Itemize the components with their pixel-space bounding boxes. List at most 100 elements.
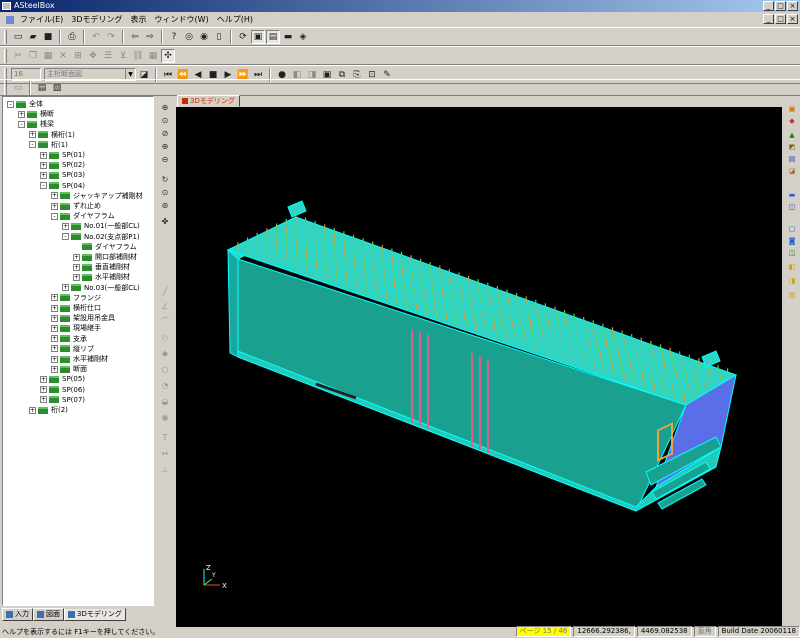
doc-close-button[interactable]: × [787, 14, 798, 24]
3d-viewport[interactable]: Z X Y [176, 107, 782, 627]
tree-item[interactable]: + 断面 [51, 364, 87, 374]
redo-icon[interactable]: ↷ [104, 30, 118, 44]
model-icon[interactable]: ◈ [296, 30, 310, 44]
expand-icon[interactable]: + [29, 131, 36, 139]
tool-window-icon[interactable]: ▬ [786, 190, 798, 200]
document-icon[interactable] [6, 16, 14, 24]
menu-3d-modeling[interactable]: 3Dモデリング [67, 13, 126, 27]
zoom-out-icon[interactable]: ⊖ [158, 154, 172, 166]
expand-icon[interactable]: + [51, 365, 58, 373]
menu-window[interactable]: ウィンドウ(W) [151, 13, 213, 27]
zoom-prev-icon[interactable]: ⊘ [158, 128, 172, 140]
orbit-icon[interactable]: ⊛ [158, 200, 172, 212]
tool-box-icon[interactable]: ◫ [786, 202, 798, 212]
tab-drawing[interactable]: 図面 [33, 608, 64, 621]
tab-3d-modeling[interactable]: 3Dモデリング [64, 608, 126, 621]
tool-green-icon[interactable]: ▲ [786, 130, 798, 140]
tree-item[interactable]: + No.01(一般部CL) [62, 221, 140, 231]
tree-item[interactable]: - 全体 [7, 99, 43, 109]
circle-tool-icon[interactable]: ○ [158, 364, 172, 376]
document-icon[interactable]: ▯ [212, 30, 226, 44]
toolbar-grip[interactable] [4, 80, 7, 95]
expand-icon[interactable]: + [51, 345, 58, 353]
expand-icon[interactable]: + [18, 110, 25, 118]
shape-tool-icon[interactable]: ◆ [158, 348, 172, 360]
tab-input[interactable]: 入力 [2, 608, 33, 621]
doc-restore-button[interactable]: □ [775, 14, 786, 24]
zoom-fit-icon[interactable]: ⊕ [158, 102, 172, 114]
expand-icon[interactable]: + [51, 324, 58, 332]
option-icon[interactable]: ▭ [11, 81, 25, 95]
tab-3d-view[interactable]: 3Dモデリング [177, 95, 240, 107]
tree-item[interactable]: + ずれ止め [51, 201, 101, 211]
print-icon[interactable]: ⎙ [65, 30, 79, 44]
menu-help[interactable]: ヘルプ(H) [213, 13, 257, 27]
select-tool-icon[interactable]: ✣ [161, 48, 175, 63]
toolbar-grip[interactable] [4, 48, 7, 63]
expand-icon[interactable]: + [62, 284, 69, 292]
save-icon[interactable]: ■ [41, 30, 55, 44]
cut-icon[interactable]: ✂ [11, 49, 25, 63]
tree-item[interactable]: + 横断 [18, 109, 54, 119]
refresh-icon[interactable]: ⟳ [236, 30, 250, 44]
insert-icon[interactable]: ⊞ [71, 49, 85, 63]
move-icon[interactable]: ✥ [86, 49, 100, 63]
tree-item[interactable]: + ジャッキアップ補剛材 [51, 191, 143, 201]
tree-item[interactable]: - SP(04) [40, 181, 85, 191]
filter-icon[interactable]: ⊻ [116, 49, 130, 63]
table-view-icon[interactable]: ▤ [266, 29, 280, 44]
tree-item[interactable]: ダイヤフラム [73, 242, 137, 252]
collapse-icon[interactable]: - [29, 141, 36, 149]
text-tool-icon[interactable]: T [158, 432, 172, 444]
undo-icon[interactable]: ↶ [89, 30, 103, 44]
expand-icon[interactable]: + [51, 304, 58, 312]
expand-icon[interactable]: + [62, 222, 69, 230]
measure-tool-icon[interactable]: ⊥ [158, 464, 172, 476]
collapse-icon[interactable]: - [7, 100, 14, 108]
tool-view-a-icon[interactable]: ▢ [786, 224, 798, 234]
tree-item[interactable]: + 現場継手 [51, 323, 101, 333]
close-button[interactable]: × [787, 1, 798, 11]
maximize-button[interactable]: □ [775, 1, 786, 11]
properties-icon[interactable]: ☰ [101, 49, 115, 63]
tool-layer-icon[interactable]: ◪ [786, 166, 798, 176]
panel-view-icon[interactable]: ▣ [251, 29, 265, 44]
tool-blue-icon[interactable]: ▤ [786, 154, 798, 164]
tree-item[interactable]: + 架設用吊金具 [51, 313, 115, 323]
tree-item[interactable]: + SP(06) [40, 385, 85, 395]
expand-icon[interactable]: + [51, 202, 58, 210]
tree-item[interactable]: + 横桁(1) [29, 130, 75, 140]
expand-icon[interactable]: + [73, 253, 80, 261]
line-tool-icon[interactable]: ╱ [158, 286, 172, 298]
expand-icon[interactable]: + [40, 151, 47, 159]
zoom-window-icon[interactable]: ⊙ [158, 115, 172, 127]
tree-item[interactable]: + 桁(2) [29, 405, 68, 415]
open-folder-icon[interactable]: ▰ [26, 30, 40, 44]
paste-icon[interactable]: ▦ [41, 49, 55, 63]
expand-icon[interactable]: + [40, 171, 47, 179]
collapse-icon[interactable]: - [51, 212, 58, 220]
expand-icon[interactable]: + [51, 294, 58, 302]
arc-tool-icon[interactable]: ◔ [158, 380, 172, 392]
tree-item[interactable]: - 桁(1) [29, 140, 68, 150]
tree-item[interactable]: - 桟梁 [18, 119, 54, 129]
tool-chart-icon[interactable]: ◩ [786, 142, 798, 152]
poly-tool-icon[interactable]: ◇ [158, 332, 172, 344]
menu-view[interactable]: 表示 [127, 13, 151, 27]
link-icon[interactable]: ⛓ [131, 49, 145, 63]
expand-icon[interactable]: + [40, 386, 47, 394]
back-arrow-icon[interactable]: ⇦ [128, 30, 142, 44]
expand-icon[interactable]: + [73, 263, 80, 271]
tree-item[interactable]: + 支承 [51, 334, 87, 344]
tree-item[interactable]: + 開口部補剛材 [73, 252, 137, 262]
new-file-icon[interactable]: ▭ [11, 30, 25, 44]
expand-icon[interactable]: + [51, 355, 58, 363]
forward-arrow-icon[interactable]: ⇨ [143, 30, 157, 44]
minimize-button[interactable]: _ [763, 1, 774, 11]
tool-view-e-icon[interactable]: ◨ [786, 276, 798, 286]
angle-tool-icon[interactable]: ∠ [158, 301, 172, 313]
tree-item[interactable]: + SP(01) [40, 150, 85, 160]
expand-icon[interactable]: + [29, 406, 36, 414]
help-icon[interactable]: ? [167, 30, 181, 44]
tree-item[interactable]: + SP(07) [40, 395, 85, 405]
